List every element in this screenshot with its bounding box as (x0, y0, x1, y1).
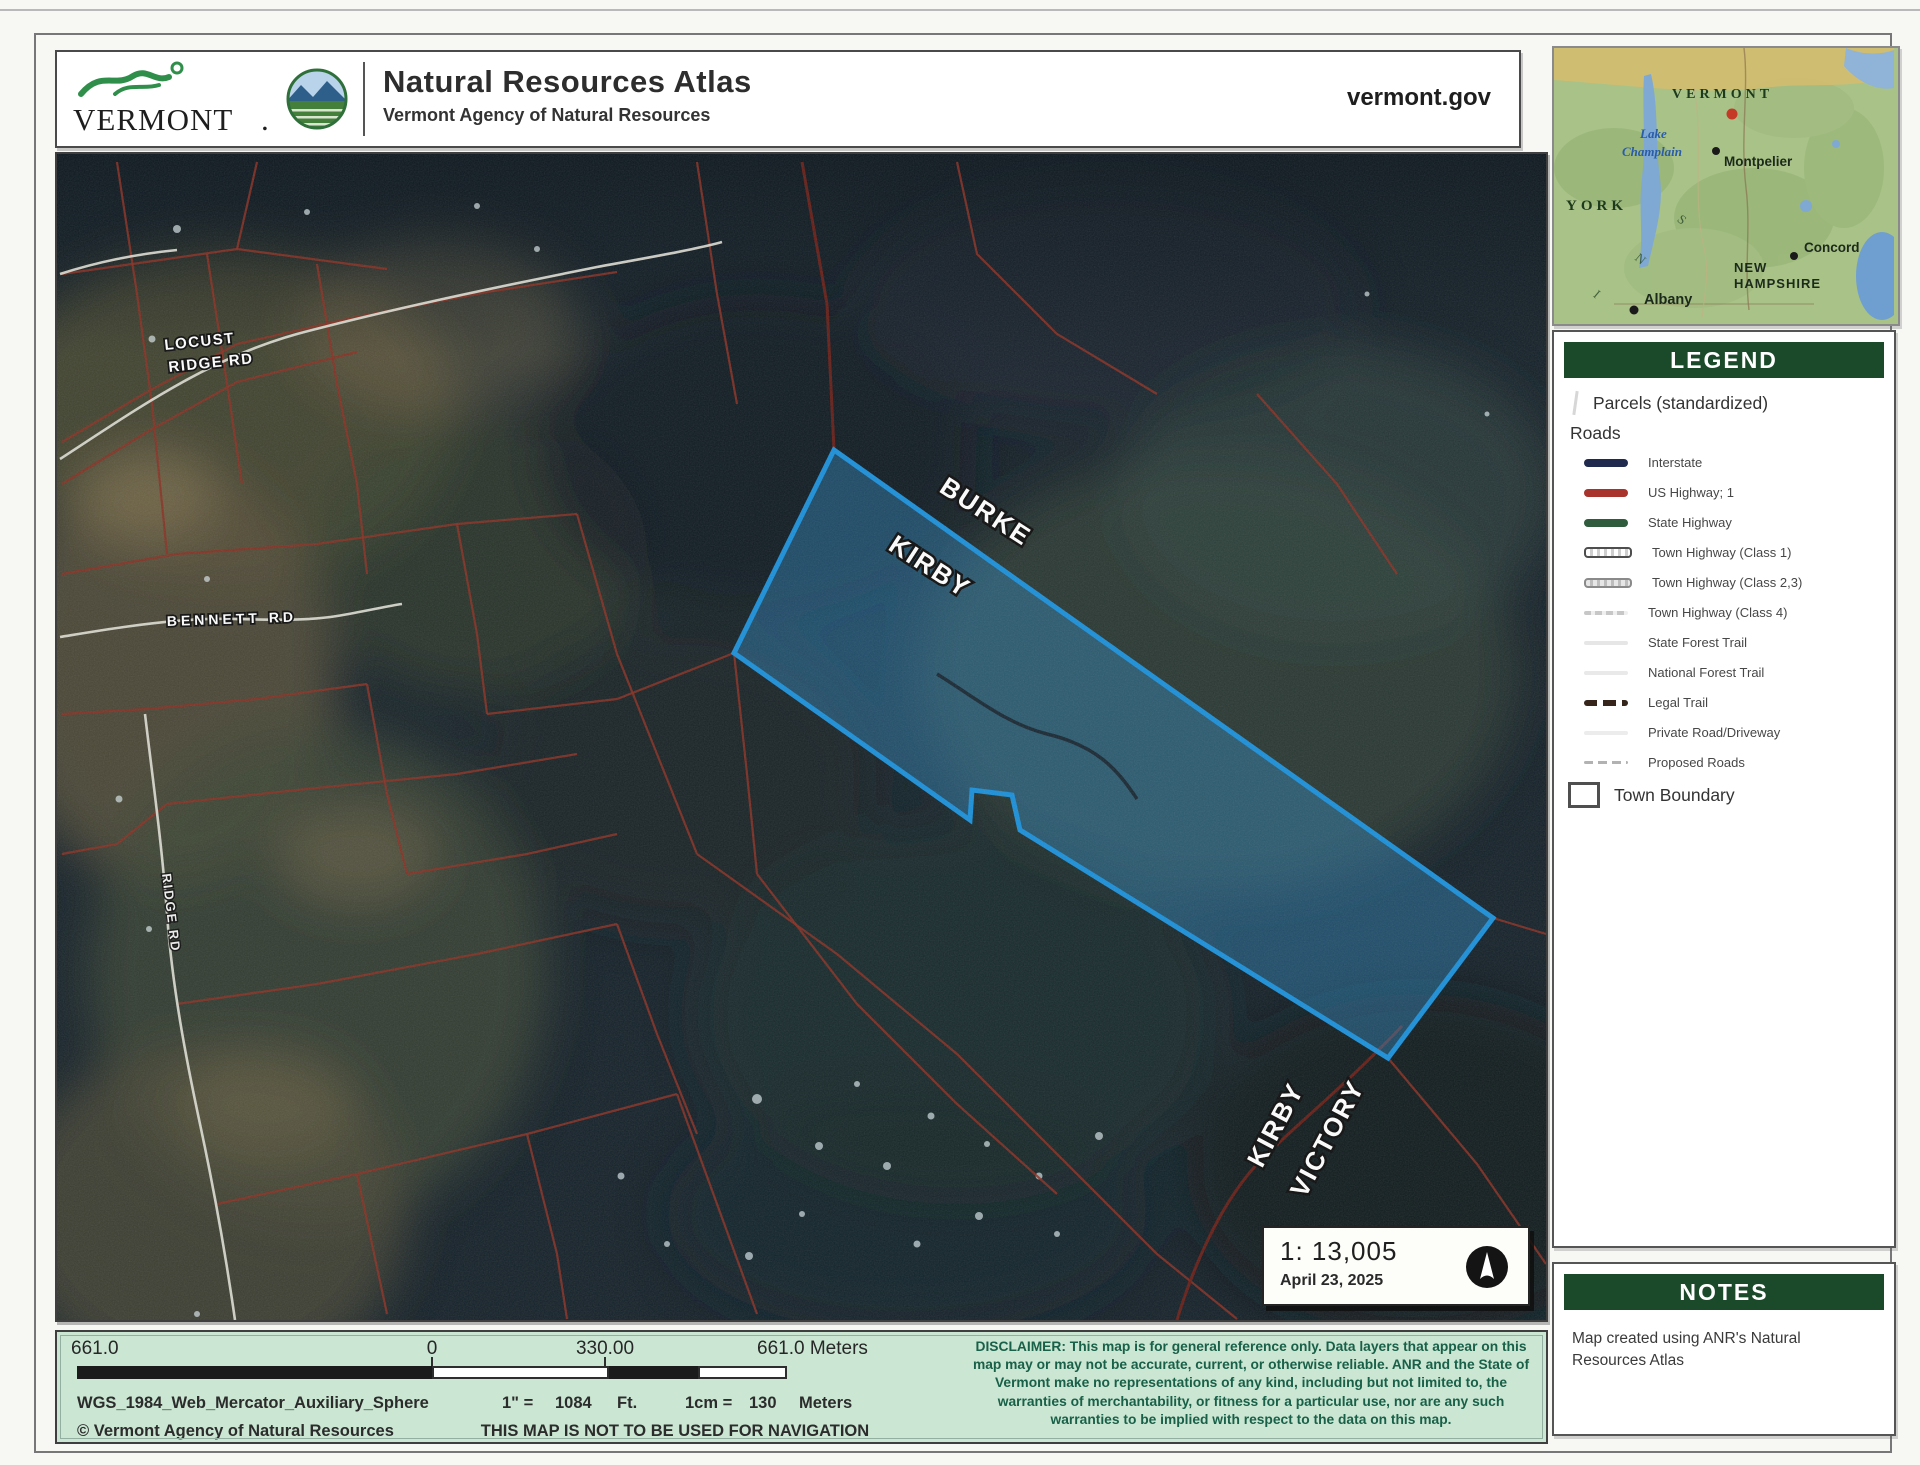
legend-roads-row: Roads (1570, 422, 1894, 444)
scan-grain (57, 154, 1546, 1320)
cm-scale-val: 130 (749, 1394, 777, 1413)
notes-header: NOTES (1564, 1274, 1884, 1310)
scalebar-segment (77, 1366, 432, 1379)
town-highway-1-line-symbol (1584, 547, 1632, 558)
notes-body: Map created using ANR's Natural Resource… (1554, 1324, 1894, 1375)
inset-label-lake-1: Lake (1639, 126, 1667, 141)
page-title: Natural Resources Atlas (383, 64, 752, 100)
north-arrow-icon (1464, 1244, 1510, 1290)
inch-scale-eq: 1" = (502, 1394, 533, 1413)
copyright-label: © Vermont Agency of Natural Resources (77, 1422, 394, 1441)
vermont-logo-mountains (81, 73, 169, 94)
state-highway-line-symbol (1584, 519, 1628, 527)
national-forest-trail-line-symbol (1584, 671, 1628, 675)
legal-trail-line-symbol (1584, 700, 1628, 706)
legend-item-town-highway-4: Town Highway (Class 4) (1584, 602, 1894, 623)
vermont-logo-moon (172, 63, 182, 73)
page-subtitle: Vermont Agency of Natural Resources (383, 105, 752, 126)
navigation-warning: THIS MAP IS NOT TO BE USED FOR NAVIGATIO… (465, 1422, 885, 1441)
proposed-roads-line-symbol (1584, 761, 1628, 764)
state-forest-trail-line-symbol (1584, 641, 1628, 645)
legend-item-national-forest-trail: National Forest Trail (1584, 662, 1894, 683)
legend-item-private-road: Private Road/Driveway (1584, 722, 1894, 743)
svg-text:.: . (261, 102, 269, 137)
town-boundary-symbol (1568, 782, 1600, 808)
interstate-line-symbol (1584, 459, 1628, 467)
scale-info-box: 1: 13,005 April 23, 2025 (1262, 1226, 1530, 1306)
vermont-logo: VERMONT . (71, 58, 277, 142)
inset-location-dot (1727, 109, 1738, 120)
footer-bar: 661.0 0 330.00 661.0 Meters WGS_1984_Web… (55, 1330, 1548, 1444)
cm-scale-eq: 1cm = (685, 1394, 732, 1413)
legend-header: LEGEND (1564, 342, 1884, 378)
legend-item-town-highway-1: Town Highway (Class 1) (1584, 542, 1894, 563)
parcels-line-symbol (1572, 391, 1578, 415)
inch-scale-val: 1084 (555, 1394, 592, 1413)
inset-label-concord: Concord (1804, 240, 1860, 255)
vermont-wordmark-text: VERMONT (73, 102, 233, 137)
inch-scale-unit: Ft. (617, 1394, 637, 1413)
inset-label-montpelier: Montpelier (1724, 154, 1793, 169)
header-divider (363, 62, 365, 136)
legend-item-town-highway-23: Town Highway (Class 2,3) (1584, 572, 1894, 593)
inset-label-nh-2: HAMPSHIRE (1734, 276, 1821, 291)
inset-label-albany: Albany (1644, 292, 1692, 308)
legend-panel: LEGEND Parcels (standardized) Roads Inte… (1552, 330, 1896, 1248)
inset-label-york: YORK (1566, 198, 1627, 214)
vermont-gov-link: vermont.gov (1347, 84, 1491, 112)
town-highway-23-line-symbol (1584, 578, 1632, 588)
legend-town-boundary-label: Town Boundary (1614, 785, 1735, 806)
main-map: BURKE KIRBY KIRBY VICTORY LOCUST RIDGE R… (55, 152, 1548, 1322)
scale-tick-left: 661.0 (71, 1338, 119, 1360)
scalebar-segment (432, 1366, 609, 1379)
legend-item-proposed-roads: Proposed Roads (1584, 752, 1894, 773)
legend-item-legal-trail: Legal Trail (1584, 692, 1894, 713)
us-highway-line-symbol (1584, 489, 1628, 497)
legend-parcels-row: Parcels (standardized) (1570, 392, 1894, 414)
scalebar-segment (698, 1366, 787, 1379)
anr-logo (285, 67, 349, 131)
header: VERMONT . Natural Resources Atlas Vermon… (55, 50, 1521, 148)
legend-roads-label: Roads (1570, 423, 1621, 444)
inset-locator-map: VERMONT Lake Champlain Montpelier YORK S… (1552, 46, 1900, 326)
private-road-line-symbol (1584, 731, 1628, 735)
projection-label: WGS_1984_Web_Mercator_Auxiliary_Sphere (77, 1394, 429, 1413)
legend-item-state-highway: State Highway (1584, 512, 1894, 533)
scan-edge-line (0, 9, 1920, 11)
inset-label-lake-2: Champlain (1622, 144, 1682, 159)
legend-town-boundary-row: Town Boundary (1568, 782, 1894, 808)
inset-label-nh-1: NEW (1734, 260, 1767, 275)
notes-panel: NOTES Map created using ANR's Natural Re… (1552, 1262, 1896, 1436)
disclaimer-text: DISCLAIMER: This map is for general refe… (962, 1338, 1540, 1429)
town-highway-4-line-symbol (1584, 611, 1628, 615)
legend-item-state-forest-trail: State Forest Trail (1584, 632, 1894, 653)
inset-label-vermont: VERMONT (1672, 87, 1773, 102)
cm-scale-unit: Meters (799, 1394, 852, 1413)
legend-item-interstate: Interstate (1584, 452, 1894, 473)
scale-tick-661: 661.0 Meters (757, 1338, 868, 1360)
legend-item-us-highway: US Highway; 1 (1584, 482, 1894, 503)
legend-parcels-label: Parcels (standardized) (1593, 393, 1768, 414)
scalebar-segment (609, 1366, 698, 1379)
